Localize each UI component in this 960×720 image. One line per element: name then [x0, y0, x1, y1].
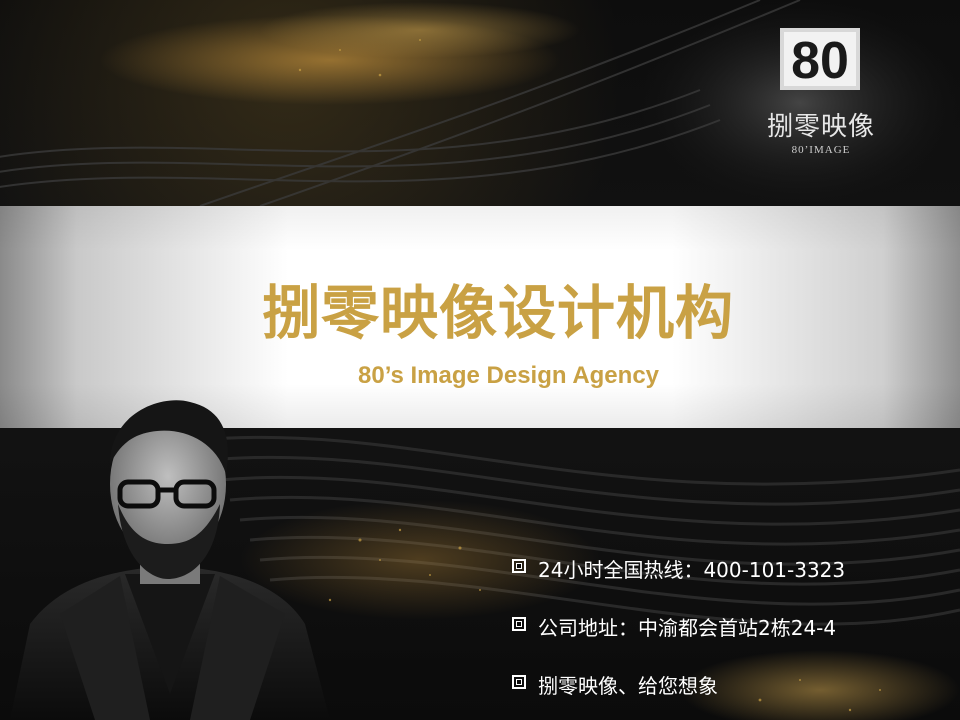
info-slogan-text: 捌零映像、给您想象: [538, 674, 718, 698]
page-title: 捌零映像设计机构: [262, 279, 735, 347]
info-address-text: 公司地址：中渝都会首站2栋24-4: [538, 616, 837, 640]
slide: 80 捌零映像 80’IMAGE 捌零映像设计机构 80’s Image Des…: [0, 0, 960, 720]
portrait-photo: [10, 400, 330, 720]
square-bullet-icon: [512, 617, 526, 631]
svg-text:80: 80: [791, 32, 849, 90]
logo-english-name: 80’IMAGE: [791, 144, 851, 156]
page-subtitle: 80’s Image Design Agency: [358, 362, 660, 389]
logo-80-mark-icon: 80: [780, 28, 860, 90]
info-hotline-text: 24小时全国热线：400-101-3323: [538, 558, 846, 582]
square-bullet-icon: [512, 559, 526, 573]
brand-logo: 80 捌零映像 80’IMAGE: [752, 28, 890, 158]
logo-chinese-name: 捌零映像: [766, 112, 875, 142]
square-bullet-icon: [512, 675, 526, 689]
